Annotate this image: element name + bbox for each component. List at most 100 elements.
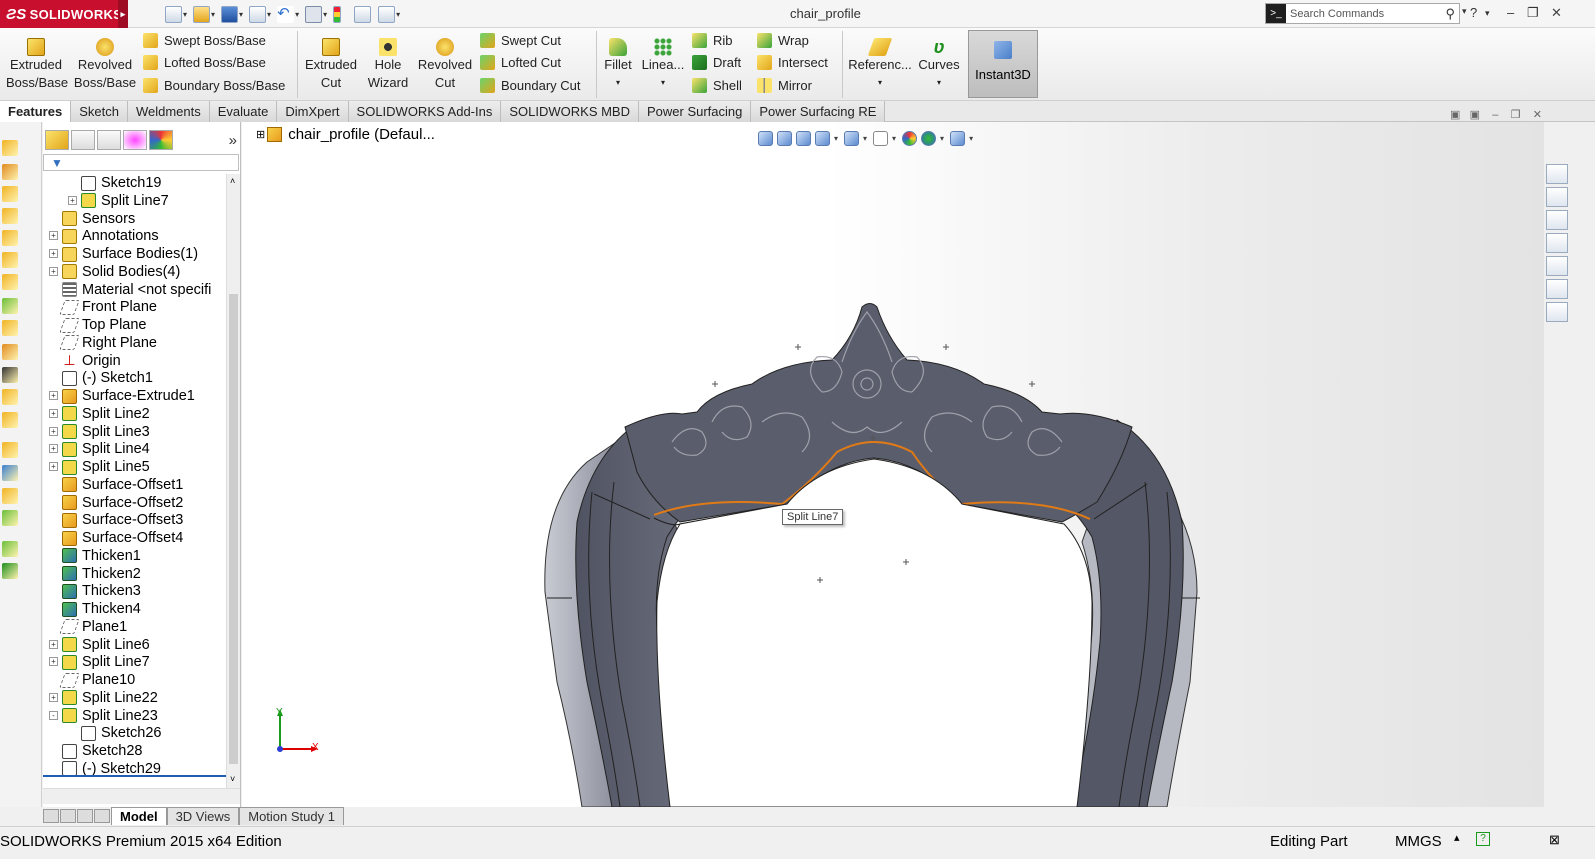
tree-horizontal-scrollbar[interactable] xyxy=(43,788,240,804)
extruded-boss-button[interactable]: Extruded Boss/Base xyxy=(6,38,68,92)
tree-item-split-line5[interactable]: + Split Line5 xyxy=(49,458,150,476)
tree-item-plane10[interactable]: Plane10 xyxy=(59,671,135,689)
expand-icon[interactable]: + xyxy=(49,462,58,471)
help-status-icon[interactable]: ? xyxy=(1476,832,1490,846)
tree-item-surface-offset4[interactable]: Surface-Offset4 xyxy=(62,529,183,547)
left-tool-revolve-icon[interactable] xyxy=(2,164,18,180)
open-folder-icon[interactable] xyxy=(193,5,211,23)
tree-item-surface-bodies-1[interactable]: + Surface Bodies(1) xyxy=(49,245,198,263)
revolved-boss-button[interactable]: Revolved Boss/Base xyxy=(72,38,138,92)
mirror-button[interactable]: Mirror xyxy=(757,78,812,93)
hole-wizard-button[interactable]: Hole Wizard xyxy=(364,38,412,92)
tab-motion-study[interactable]: Motion Study 1 xyxy=(239,807,344,825)
left-tool-revolve-cut-icon[interactable] xyxy=(2,186,18,202)
expand-icon[interactable]: + xyxy=(49,426,58,436)
chair-model-view[interactable] xyxy=(242,122,1544,807)
tree-item-split-line4[interactable]: + Split Line4 xyxy=(49,440,150,458)
expand-icon[interactable]: + xyxy=(49,266,58,276)
tree-item-origin[interactable]: ⊥ Origin xyxy=(62,352,120,370)
revolved-cut-button[interactable]: Revolved Cut xyxy=(416,38,474,92)
tree-item-surface-offset2[interactable]: Surface-Offset2 xyxy=(62,494,183,512)
lofted-cut-button[interactable]: Lofted Cut xyxy=(480,55,561,70)
logo-menu-arrow-icon[interactable]: ▸ xyxy=(118,0,128,28)
tree-item-plane1[interactable]: Plane1 xyxy=(59,618,127,636)
rebuild-traffic-light-icon[interactable] xyxy=(333,5,342,23)
curves-button[interactable]: ʋ Curves ▾ xyxy=(916,38,962,92)
left-tool-hole-icon[interactable] xyxy=(2,367,18,383)
view-close-icon[interactable]: ✕ xyxy=(1533,109,1542,121)
left-tool-boundary-icon[interactable] xyxy=(2,252,18,268)
expand-icon[interactable]: + xyxy=(68,195,77,205)
search-dropdown-icon[interactable]: ▾ xyxy=(1462,6,1467,17)
tab-weldments[interactable]: Weldments xyxy=(127,101,210,122)
left-tool-draft-icon[interactable] xyxy=(2,208,18,224)
expand-icon[interactable]: + xyxy=(49,692,58,702)
save-dropdown-icon[interactable]: ▾ xyxy=(239,10,243,19)
options-dropdown-icon[interactable]: ▾ xyxy=(396,10,400,19)
tree-item-front-plane[interactable]: Front Plane xyxy=(59,298,157,316)
curves-dropdown-icon[interactable]: ▾ xyxy=(916,74,962,92)
undo-dropdown-icon[interactable]: ▾ xyxy=(295,10,299,19)
undo-icon[interactable]: ↶ xyxy=(277,5,295,23)
tree-item-thicken1[interactable]: Thicken1 xyxy=(62,547,141,565)
tree-item-right-plane[interactable]: Right Plane xyxy=(59,334,157,352)
expand-icon[interactable]: + xyxy=(49,657,58,667)
expand-icon[interactable]: + xyxy=(49,408,58,418)
display-manager-tab-icon[interactable] xyxy=(149,130,173,150)
left-tool-extrude-icon[interactable] xyxy=(2,140,18,156)
reference-dropdown-icon[interactable]: ▾ xyxy=(847,74,913,92)
expand-icon[interactable]: + xyxy=(49,249,58,258)
new-document-icon[interactable] xyxy=(165,5,182,23)
file-properties-icon[interactable] xyxy=(354,5,372,23)
tree-item-split-line3[interactable]: + Split Line3 xyxy=(49,423,150,441)
expand-icon[interactable]: + xyxy=(49,444,58,454)
tree-item-sketch1[interactable]: (-) Sketch1 xyxy=(62,369,153,387)
extruded-cut-button[interactable]: Extruded Cut xyxy=(302,38,360,92)
tree-item-split-line2[interactable]: + Split Line2 xyxy=(49,405,150,423)
left-tool-shell-icon[interactable] xyxy=(2,412,18,428)
tree-item-sketch28[interactable]: Sketch28 xyxy=(62,742,142,760)
new-dropdown-icon[interactable]: ▾ xyxy=(183,10,187,19)
tab-evaluate[interactable]: Evaluate xyxy=(209,101,278,122)
solidworks-logo[interactable]: ƧS SOLIDWORKS ▸ xyxy=(0,0,128,28)
tree-item-split-line7[interactable]: + Split Line7 xyxy=(49,653,150,671)
last-tab-icon[interactable] xyxy=(94,809,110,823)
select-dropdown-icon[interactable]: ▾ xyxy=(323,10,327,19)
lofted-boss-button[interactable]: Lofted Boss/Base xyxy=(143,55,266,70)
search-icon[interactable]: ⚲ xyxy=(1445,6,1455,22)
prev-tab-icon[interactable] xyxy=(60,809,76,823)
tree-item-surface-offset1[interactable]: Surface-Offset1 xyxy=(62,476,183,494)
print-dropdown-icon[interactable]: ▾ xyxy=(267,10,271,19)
first-tab-icon[interactable] xyxy=(43,809,59,823)
tree-item-annotations[interactable]: + Annotations xyxy=(49,227,159,245)
tree-item-thicken2[interactable]: Thicken2 xyxy=(62,565,141,583)
left-tool-mirror-icon[interactable] xyxy=(2,442,18,458)
linear-dropdown-icon[interactable]: ▾ xyxy=(641,74,685,92)
file-explorer-icon[interactable] xyxy=(1546,210,1568,230)
left-tool-curve-icon[interactable] xyxy=(2,563,18,579)
instant3d-button[interactable]: Instant3D xyxy=(968,30,1038,98)
intersect-button[interactable]: Intersect xyxy=(757,55,828,70)
search-commands-box[interactable]: >_ Search Commands ⚲ xyxy=(1265,3,1460,24)
tree-item-sketch19[interactable]: Sketch19 xyxy=(81,174,161,192)
scroll-up-icon[interactable]: ˄ xyxy=(230,176,235,186)
dimxpert-manager-tab-icon[interactable] xyxy=(123,130,147,150)
save-icon[interactable] xyxy=(221,5,239,23)
tree-vertical-scrollbar[interactable]: ˄ ˅ xyxy=(226,174,240,788)
tree-item-split-line6[interactable]: + Split Line6 xyxy=(49,636,150,654)
search-input[interactable]: Search Commands xyxy=(1290,8,1384,20)
left-tool-wrap-icon[interactable] xyxy=(2,344,18,360)
open-dropdown-icon[interactable]: ▾ xyxy=(211,10,215,19)
tile2-icon[interactable]: ▣ xyxy=(1470,109,1480,121)
tree-item-surface-extrude1[interactable]: + Surface-Extrude1 xyxy=(49,387,195,405)
design-library-icon[interactable] xyxy=(1546,187,1568,207)
left-tool-surface-icon[interactable] xyxy=(2,230,18,246)
units-dropdown-icon[interactable]: ▴ xyxy=(1454,831,1460,844)
tree-item-sketch26[interactable]: Sketch26 xyxy=(81,724,161,742)
left-tool-fillet-icon[interactable] xyxy=(2,510,18,526)
collapse-icon[interactable]: - xyxy=(49,710,58,720)
restore-icon[interactable]: ❐ xyxy=(1527,5,1539,21)
graphics-area[interactable]: ⊞ chair_profile (Defaul... ▾ ▾ ▾ ▾ ▾ Spl… xyxy=(242,122,1544,807)
feature-manager-tab-icon[interactable] xyxy=(45,130,69,150)
boundary-boss-button[interactable]: Boundary Boss/Base xyxy=(143,78,285,93)
